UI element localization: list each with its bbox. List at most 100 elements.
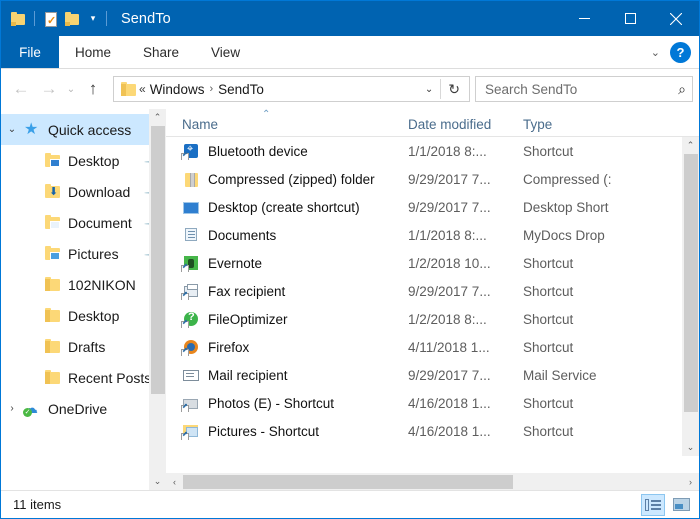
breadcrumb[interactable]: « Windows › SendTo ⌄ ↻ <box>113 76 470 102</box>
sidebar-item-desktop-2[interactable]: Desktop <box>1 300 166 331</box>
breadcrumb-item-sendto[interactable]: SendTo <box>218 82 264 97</box>
large-icons-view-button[interactable] <box>669 494 693 516</box>
status-bar: 11 items <box>1 490 699 518</box>
horizontal-scroll-thumb[interactable] <box>183 474 513 489</box>
folder-icon[interactable] <box>9 10 27 28</box>
file-type-cell: Shortcut <box>523 283 574 299</box>
tab-home[interactable]: Home <box>59 36 127 68</box>
sidebar-item-quick-access[interactable]: ⌄ ★ Quick access <box>1 114 166 145</box>
sidebar-item-drafts[interactable]: Drafts <box>1 331 166 362</box>
horizontal-scrollbar[interactable]: ‹ › <box>166 473 699 490</box>
chevron-right-icon[interactable]: › <box>209 83 213 95</box>
file-type-cell: Shortcut <box>523 255 574 271</box>
tab-share[interactable]: Share <box>127 36 195 68</box>
file-name-cell[interactable]: Fax recipient <box>166 283 408 300</box>
table-row[interactable]: Mail recipient 9/29/2017 7... Mail Servi… <box>166 361 699 389</box>
table-row[interactable]: Pictures - Shortcut 4/16/2018 1... Short… <box>166 417 699 445</box>
file-name-label: Compressed (zipped) folder <box>208 171 375 187</box>
scroll-down-icon[interactable]: ⌄ <box>682 439 699 456</box>
file-type-cell: Compressed (: <box>523 171 612 187</box>
table-row[interactable]: Photos (E) - Shortcut 4/16/2018 1... Sho… <box>166 389 699 417</box>
table-row[interactable]: Fax recipient 9/29/2017 7... Shortcut <box>166 277 699 305</box>
sidebar-item-pictures[interactable]: Pictures 📌 <box>1 238 166 269</box>
breadcrumb-item-windows[interactable]: Windows <box>150 82 205 97</box>
sort-ascending-icon: ⌃ <box>262 109 271 120</box>
table-row[interactable]: FileOptimizer 1/2/2018 8:... Shortcut <box>166 305 699 333</box>
column-header-name[interactable]: Name <box>166 117 408 132</box>
sidebar-item-label: OneDrive <box>48 400 108 417</box>
sidebar-item-onedrive[interactable]: › ☁✓ OneDrive <box>1 393 166 424</box>
file-date-cell: 9/29/2017 7... <box>408 199 491 215</box>
file-name-cell[interactable]: Photos (E) - Shortcut <box>166 395 408 412</box>
maximize-button[interactable] <box>607 1 653 36</box>
search-box[interactable]: ⌕ <box>475 76 693 102</box>
search-input[interactable] <box>485 81 675 97</box>
scroll-right-icon[interactable]: › <box>682 473 699 490</box>
file-name-cell[interactable]: Compressed (zipped) folder <box>166 171 408 188</box>
quick-access-toolbar: ✓ ▾ <box>1 10 111 28</box>
new-folder-icon[interactable] <box>63 10 81 28</box>
navigation-scrollbar[interactable]: ⌃ ⌄ <box>149 109 166 490</box>
recent-locations-icon[interactable]: ⌄ <box>63 75 79 103</box>
file-name-cell[interactable]: Desktop (create shortcut) <box>166 199 408 216</box>
file-date-cell: 9/29/2017 7... <box>408 367 491 383</box>
tab-view[interactable]: View <box>195 36 256 68</box>
sidebar-item-label: Quick access <box>48 121 132 138</box>
sidebar-item-desktop[interactable]: Desktop 📌 <box>1 145 166 176</box>
chevron-down-icon[interactable]: ⌄ <box>1 124 23 135</box>
file-name-cell[interactable]: Pictures - Shortcut <box>166 423 408 440</box>
sidebar-item-label: 102NIKON <box>68 276 136 293</box>
chevron-down-icon[interactable]: ⌄ <box>647 46 664 59</box>
file-list-scroll-thumb[interactable] <box>683 154 698 412</box>
table-row[interactable]: Documents 1/1/2018 8:... MyDocs Drop <box>166 221 699 249</box>
address-bar: ← → ⌄ ↑ « Windows › SendTo ⌄ ↻ ⌕ <box>1 69 699 109</box>
zip-folder-icon <box>182 171 200 188</box>
scroll-up-icon[interactable]: ⌃ <box>682 137 699 154</box>
file-name-cell[interactable]: Bluetooth device <box>166 143 408 160</box>
file-name-cell[interactable]: Documents <box>166 227 408 244</box>
tab-file[interactable]: File <box>1 36 59 68</box>
refresh-icon[interactable]: ↻ <box>441 81 467 98</box>
sidebar-item-102nikon[interactable]: 102NIKON <box>1 269 166 300</box>
column-header-type[interactable]: Type <box>523 117 699 132</box>
table-row[interactable]: Evernote 1/2/2018 10... Shortcut <box>166 249 699 277</box>
up-button[interactable]: ↑ <box>79 75 107 103</box>
file-list-pane: ⌃ Name Date modified Type Bluetooth devi… <box>166 109 699 490</box>
sidebar-item-recent-posts[interactable]: Recent Posts <box>1 362 166 393</box>
column-header-date-modified[interactable]: Date modified <box>408 117 523 132</box>
file-name-label: Evernote <box>208 255 263 271</box>
file-name-cell[interactable]: Mail recipient <box>166 367 408 384</box>
sidebar-item-label: Download <box>68 183 131 200</box>
help-button[interactable]: ? <box>670 41 691 63</box>
navigation-scroll-thumb[interactable] <box>150 126 165 394</box>
table-row[interactable]: Firefox 4/11/2018 1... Shortcut <box>166 333 699 361</box>
minimize-button[interactable] <box>561 1 607 36</box>
file-type-cell: Shortcut <box>523 423 574 439</box>
scroll-down-icon[interactable]: ⌄ <box>149 473 166 490</box>
search-icon[interactable]: ⌕ <box>678 81 686 98</box>
close-button[interactable] <box>653 1 699 36</box>
file-name-cell[interactable]: FileOptimizer <box>166 311 408 328</box>
sidebar-item-documents[interactable]: Document 📌 <box>1 207 166 238</box>
sidebar-item-download[interactable]: ⬇ Download 📌 <box>1 176 166 207</box>
table-row[interactable]: Bluetooth device 1/1/2018 8:... Shortcut <box>166 137 699 165</box>
table-row[interactable]: Compressed (zipped) folder 9/29/2017 7..… <box>166 165 699 193</box>
table-row[interactable]: Desktop (create shortcut) 9/29/2017 7...… <box>166 193 699 221</box>
scroll-left-icon[interactable]: ‹ <box>166 473 183 490</box>
chevron-right-icon[interactable]: › <box>1 403 23 414</box>
properties-icon[interactable]: ✓ <box>42 10 60 28</box>
qat-dropdown-icon[interactable]: ▾ <box>87 13 99 24</box>
folder-icon <box>43 307 62 324</box>
back-button[interactable]: ← <box>7 75 35 103</box>
details-view-button[interactable] <box>641 493 665 516</box>
window-controls <box>561 1 699 36</box>
details-view-icon <box>645 498 661 511</box>
scroll-up-icon[interactable]: ⌃ <box>149 109 166 126</box>
file-name-cell[interactable]: Evernote <box>166 255 408 272</box>
file-list-scrollbar[interactable]: ⌃ ⌄ <box>682 137 699 456</box>
file-name-cell[interactable]: Firefox <box>166 339 408 356</box>
view-mode-buttons <box>641 493 693 516</box>
forward-button[interactable]: → <box>35 75 63 103</box>
breadcrumb-overflow-icon[interactable]: « <box>139 82 146 96</box>
address-dropdown-icon[interactable]: ⌄ <box>418 84 440 95</box>
